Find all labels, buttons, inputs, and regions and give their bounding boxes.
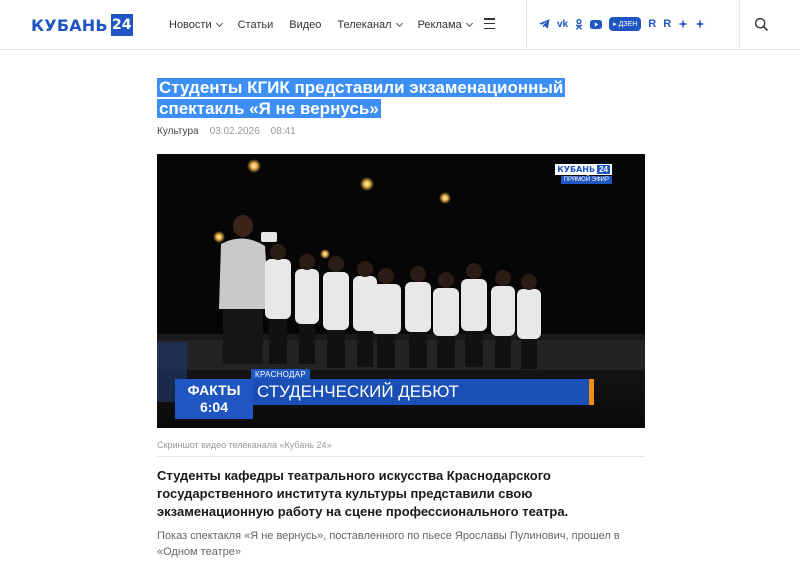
site-logo[interactable]: КУБАНЬ 24: [31, 13, 133, 37]
nav-label: Телеканал: [337, 19, 392, 31]
article-video[interactable]: КУБАНЬ 24 ПРЯМОЙ ЭФИР КРАСНОДАР ФАКТЫ 6:…: [157, 154, 645, 428]
banner-accent: [589, 379, 594, 405]
ok-icon[interactable]: [575, 18, 583, 30]
article-title: Студенты КГИК представили экзаменационны…: [157, 77, 607, 119]
nav-item-video[interactable]: Видео: [289, 19, 321, 31]
youtube-icon[interactable]: [590, 19, 603, 29]
rutube-icon[interactable]: R: [663, 18, 671, 30]
divider: [157, 456, 645, 457]
site-header: КУБАНЬ 24 Новости Статьи Видео Телеканал…: [0, 0, 800, 50]
article-lead: Студенты кафедры театрального искусства …: [157, 468, 569, 519]
headline-banner: СТУДЕНЧЕСКИЙ ДЕБЮТ: [253, 379, 589, 405]
show-badge: ФАКТЫ 6:04: [175, 379, 253, 419]
article-title-text: Студенты КГИК представили экзаменационны…: [157, 78, 566, 118]
divider: [526, 0, 527, 50]
watermark-text: КУБАНЬ: [557, 165, 596, 174]
dzen-icon[interactable]: ▸ ДЗЕН: [609, 17, 642, 31]
nav-label: Реклама: [417, 19, 462, 31]
show-name: ФАКТЫ: [187, 382, 241, 398]
vk-icon[interactable]: vk: [557, 19, 568, 30]
show-time: 6:04: [199, 399, 229, 415]
video-caption: Скриншот видео телеканала «Кубань 24»: [157, 440, 332, 450]
nav-label: Видео: [289, 19, 322, 31]
social-links: vk ▸ ДЗЕН R R: [539, 14, 712, 34]
nav-label: Новости: [169, 19, 212, 31]
nav-item-articles[interactable]: Статьи: [238, 19, 274, 31]
logo-number: 24: [110, 14, 133, 36]
article-date: 03.02.2026: [209, 126, 260, 137]
menu-icon[interactable]: [484, 18, 495, 29]
nav-item-tv[interactable]: Телеканал: [337, 19, 403, 31]
star-icon[interactable]: [678, 19, 689, 29]
channel-watermark: КУБАНЬ 24 ПРЯМОЙ ЭФИР: [555, 164, 612, 184]
star-icon[interactable]: [695, 19, 706, 29]
live-label: ПРЯМОЙ ЭФИР: [560, 176, 612, 184]
nav-item-news[interactable]: Новости: [169, 19, 223, 31]
telegram-icon[interactable]: [539, 19, 550, 29]
chevron-down-icon: [465, 19, 473, 28]
logo-text: КУБАНЬ: [31, 15, 108, 35]
nav-label: Статьи: [237, 19, 274, 31]
category-link[interactable]: Культура: [157, 126, 199, 137]
watermark-number: 24: [597, 165, 610, 174]
article-paragraph: Показ спектакля «Я не вернусь», поставле…: [157, 530, 620, 558]
divider: [739, 0, 740, 50]
chevron-down-icon: [215, 19, 223, 28]
main-nav: Новости Статьи Видео Телеканал Реклама: [169, 0, 488, 50]
search-icon[interactable]: [754, 17, 769, 32]
nav-item-ads[interactable]: Реклама: [417, 19, 473, 31]
article-time: 08:41: [270, 126, 296, 137]
article-meta: Культура 03.02.2026 08:41: [157, 126, 296, 137]
chevron-down-icon: [395, 19, 403, 28]
rutube-icon[interactable]: R: [648, 18, 656, 30]
